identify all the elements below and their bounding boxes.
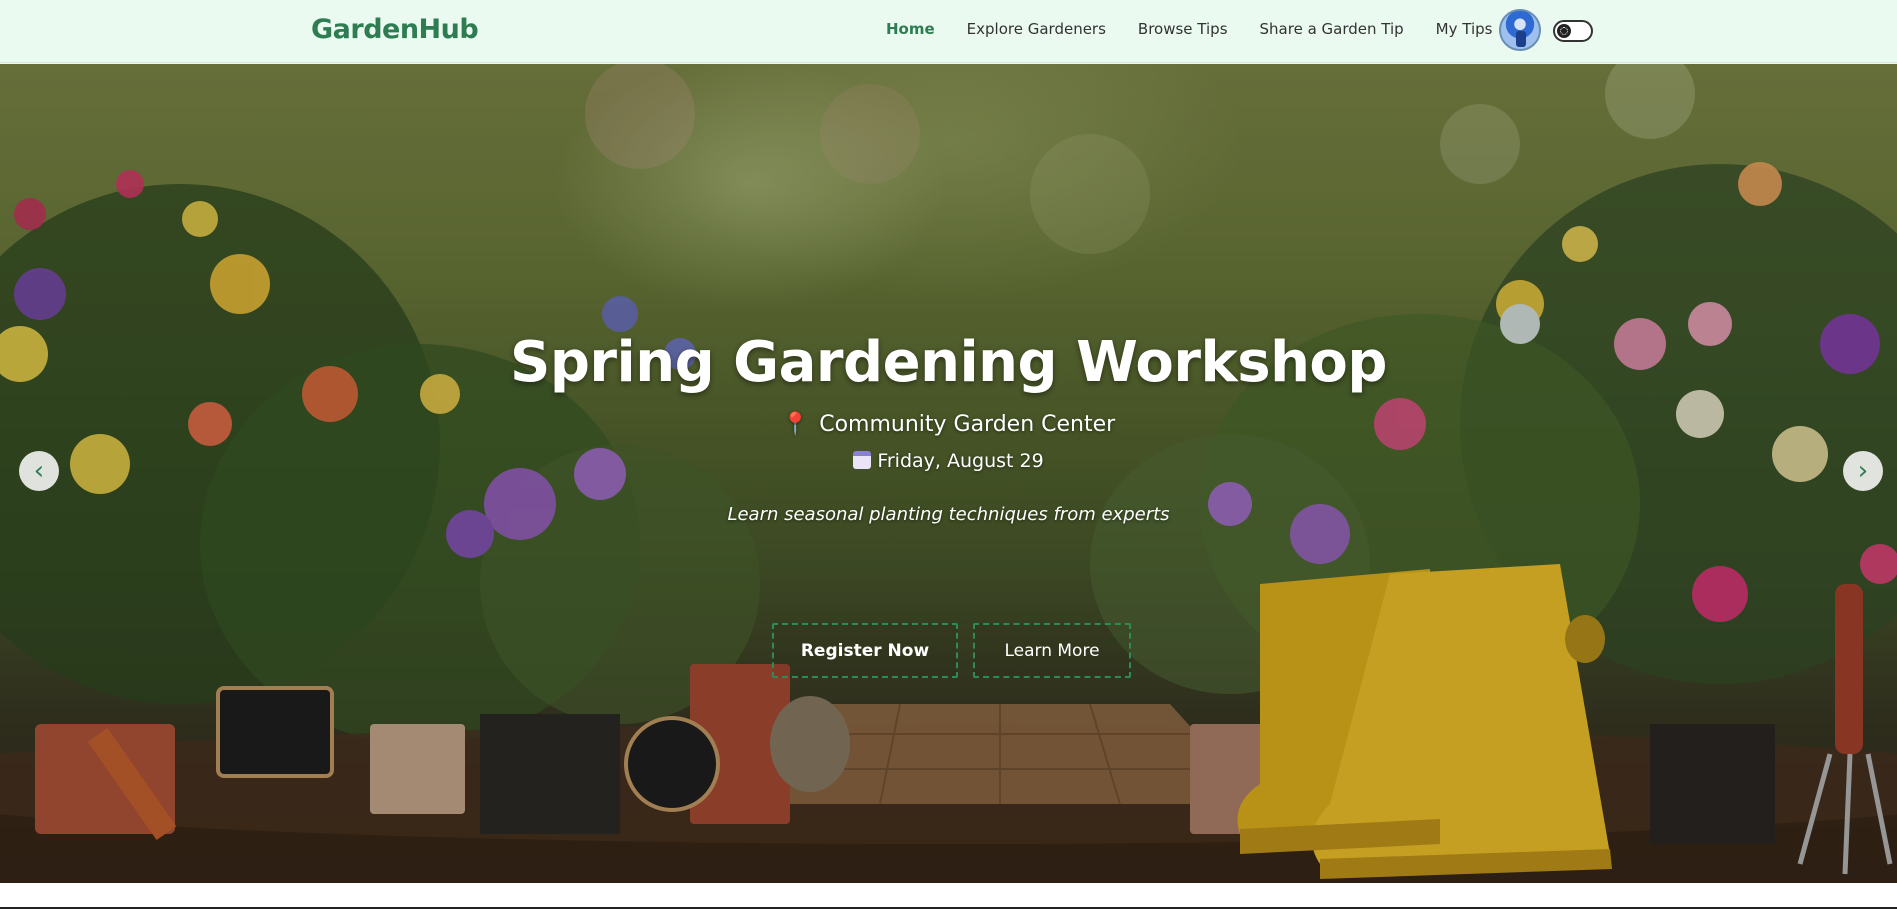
nav-link-share-tip[interactable]: Share a Garden Tip (1260, 20, 1404, 38)
event-date-text: Friday, August 29 (877, 450, 1044, 472)
map-pin-icon: 📍 (781, 412, 810, 437)
nav-links: Home Explore Gardeners Browse Tips Share… (886, 20, 1524, 38)
event-date: Friday, August 29 (0, 450, 1897, 472)
nav-link-browse-tips[interactable]: Browse Tips (1138, 20, 1228, 38)
hero-title: Spring Gardening Workshop (510, 330, 1388, 395)
navbar: GardenHub Home Explore Gardeners Browse … (0, 0, 1897, 63)
learn-more-button[interactable]: Learn More (973, 623, 1131, 678)
event-location: 📍 Community Garden Center (0, 412, 1897, 437)
nav-link-my-tips[interactable]: My Tips (1436, 20, 1493, 38)
hero-overlay (0, 64, 1897, 883)
nav-link-home[interactable]: Home (886, 20, 935, 38)
hero-tagline: Learn seasonal planting techniques from … (727, 504, 1170, 525)
event-location-text: Community Garden Center (819, 412, 1116, 437)
page-bottom-edge (0, 883, 1897, 909)
theme-toggle[interactable] (1553, 20, 1593, 42)
chevron-left-icon: ‹ (33, 456, 45, 486)
user-avatar[interactable] (1499, 9, 1541, 51)
hero-banner: Spring Gardening Workshop 📍 Community Gar… (0, 64, 1897, 883)
carousel-next-button[interactable]: › (1843, 451, 1883, 491)
brand-logo[interactable]: GardenHub (311, 14, 479, 45)
chevron-right-icon: › (1857, 456, 1869, 486)
calendar-icon (853, 451, 872, 469)
theme-toggle-icon (1557, 24, 1571, 38)
carousel-prev-button[interactable]: ‹ (19, 451, 59, 491)
register-now-button[interactable]: Register Now (772, 623, 958, 678)
nav-link-explore-gardeners[interactable]: Explore Gardeners (967, 20, 1106, 38)
